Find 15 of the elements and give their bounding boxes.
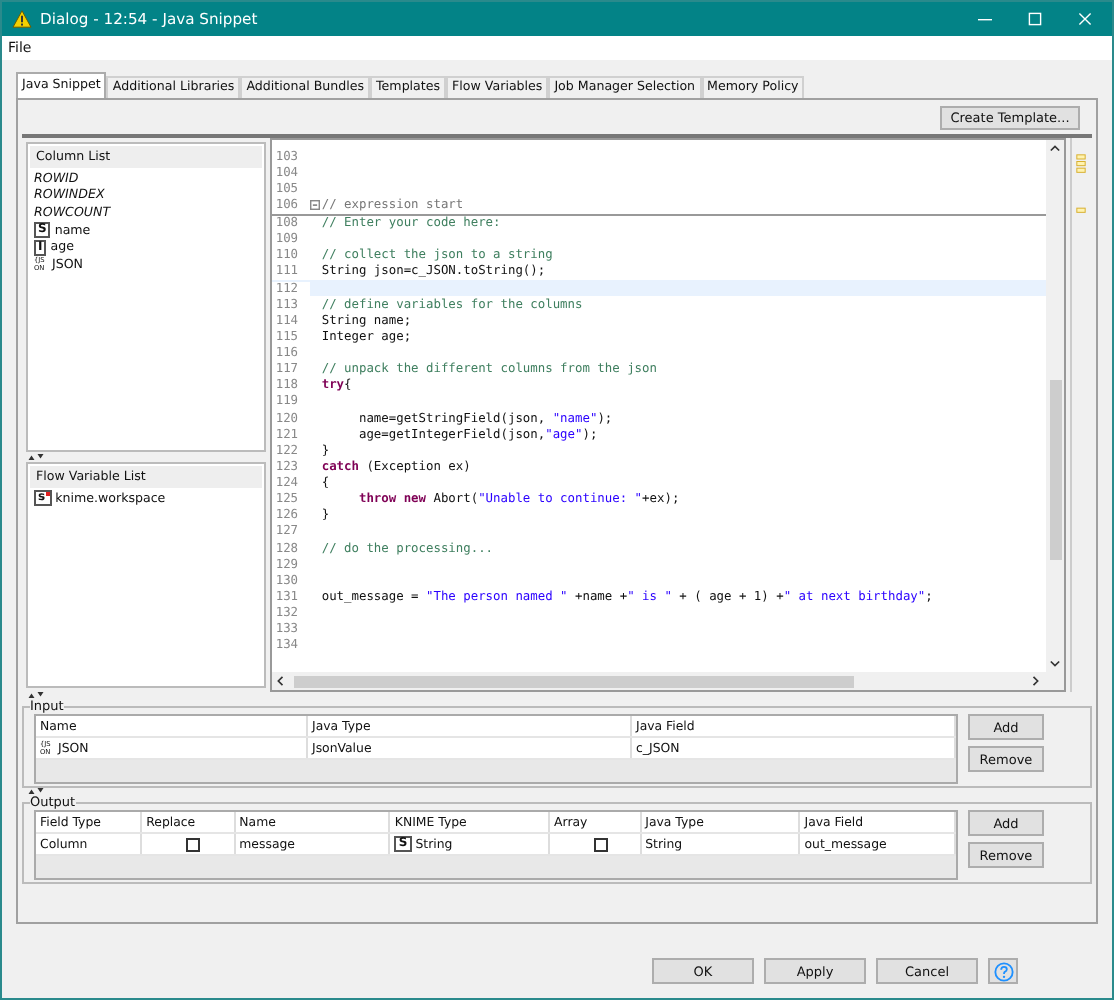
scroll-right-icon[interactable] (1032, 676, 1041, 686)
checkbox[interactable] (186, 837, 201, 851)
maximize-icon[interactable] (1028, 12, 1042, 26)
splitter-arrows-icon[interactable] (28, 454, 44, 460)
close-icon[interactable] (1078, 12, 1092, 26)
scroll-left-icon[interactable] (275, 676, 284, 686)
splitter-arrows-icon[interactable] (28, 788, 44, 794)
collapse-icon[interactable] (309, 199, 320, 210)
horizontal-scrollbar[interactable] (271, 672, 1065, 690)
vertical-scrollbar[interactable] (1046, 140, 1065, 672)
scroll-down-icon[interactable] (1050, 660, 1061, 668)
scroll-up-icon[interactable] (1050, 144, 1061, 152)
checkbox[interactable] (594, 837, 609, 851)
splitter-arrows-icon[interactable] (28, 692, 44, 698)
warning-icon (12, 10, 32, 28)
